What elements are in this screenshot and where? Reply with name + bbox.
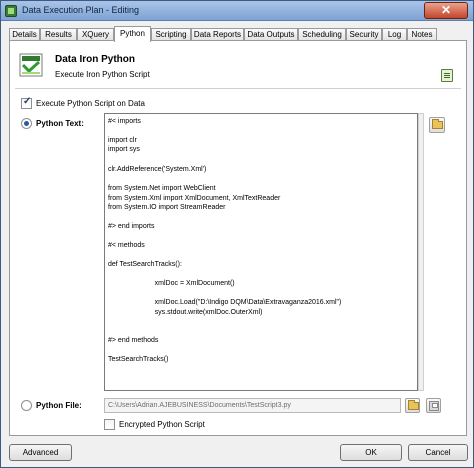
code-line: clr.AddReference('System.Xml') xyxy=(108,166,207,173)
header-divider xyxy=(15,88,461,89)
code-line: #> end methods xyxy=(108,337,159,344)
save-icon xyxy=(429,401,439,411)
python-file-label: Python File: xyxy=(36,401,82,410)
app-icon xyxy=(5,5,17,17)
code-line: from System.Xml import XmlDocument, XmlT… xyxy=(108,195,281,202)
open-folder-icon xyxy=(432,119,443,129)
window-title: Data Execution Plan - Editing xyxy=(22,5,140,15)
python-code-editor[interactable]: #< imports import clr import sys clr.Add… xyxy=(104,113,418,391)
python-file-path-input[interactable]: C:\Users\Adrian.AJEBUSINESS\Documents\Te… xyxy=(104,398,401,413)
code-line: xmlDoc.Load("D:\Indigo DQM\Data\Extravag… xyxy=(108,299,342,306)
help-icon[interactable] xyxy=(441,69,453,82)
code-line: #> end imports xyxy=(108,223,155,230)
advanced-button[interactable]: Advanced xyxy=(9,444,72,461)
header-title: Data Iron Python xyxy=(55,54,136,65)
encrypted-script-checkbox[interactable] xyxy=(104,419,115,430)
open-script-button[interactable] xyxy=(429,117,445,133)
code-line: from System.Net import WebClient xyxy=(108,185,216,192)
ok-button[interactable]: OK xyxy=(340,444,402,461)
code-line: xmlDoc = XmlDocument() xyxy=(108,280,235,287)
data-execution-plan-window: Data Execution Plan - Editing ✕ Details … xyxy=(0,0,474,468)
open-folder-icon xyxy=(408,400,419,410)
code-line: import clr xyxy=(108,137,137,144)
code-line: TestSearchTracks() xyxy=(108,356,169,363)
code-line: sys.stdout.write(xmlDoc.OuterXml) xyxy=(108,309,263,316)
browse-file-button[interactable] xyxy=(405,398,420,413)
encrypted-script-label: Encrypted Python Script xyxy=(119,420,205,429)
tab-python[interactable]: Python xyxy=(114,26,151,42)
execute-script-checkbox[interactable] xyxy=(21,96,32,109)
save-file-button[interactable] xyxy=(426,398,441,413)
code-line: #< methods xyxy=(108,242,145,249)
code-line: from System.IO import StreamReader xyxy=(108,204,226,211)
python-text-label: Python Text: xyxy=(36,119,84,128)
cancel-button[interactable]: Cancel xyxy=(408,444,468,461)
title-bar[interactable]: Data Execution Plan - Editing ✕ xyxy=(1,1,473,21)
python-file-radio[interactable] xyxy=(21,400,32,411)
code-line: def TestSearchTracks(): xyxy=(108,261,182,268)
code-line: import sys xyxy=(108,146,140,153)
code-line: #< imports xyxy=(108,118,141,125)
close-button[interactable]: ✕ xyxy=(424,2,468,19)
execute-script-label: Execute Python Script on Data xyxy=(36,99,145,108)
python-text-radio[interactable] xyxy=(21,118,32,129)
code-editor-scrollbar[interactable] xyxy=(418,113,424,391)
header-subtitle: Execute Iron Python Script xyxy=(55,70,150,79)
python-icon xyxy=(19,53,43,77)
